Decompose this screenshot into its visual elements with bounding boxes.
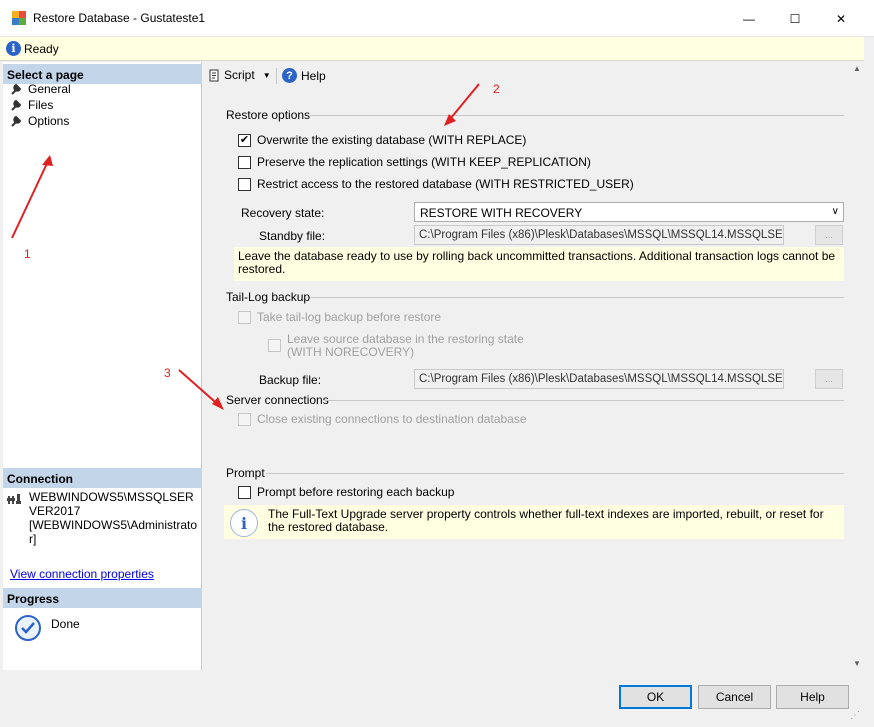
annotation-arrows (11, 83, 480, 410)
annotation-arrow-1 (11, 156, 51, 239)
annotation-number-3: 3 (164, 366, 171, 380)
annotation-arrowhead-3 (212, 397, 224, 410)
annotation-arrowhead-1 (42, 155, 53, 166)
annotation-arrowhead-2 (444, 114, 456, 126)
annotation-number-2: 2 (493, 82, 500, 96)
annotation-number-1: 1 (24, 247, 31, 261)
resize-grip-icon[interactable]: ⋰ (850, 710, 862, 722)
